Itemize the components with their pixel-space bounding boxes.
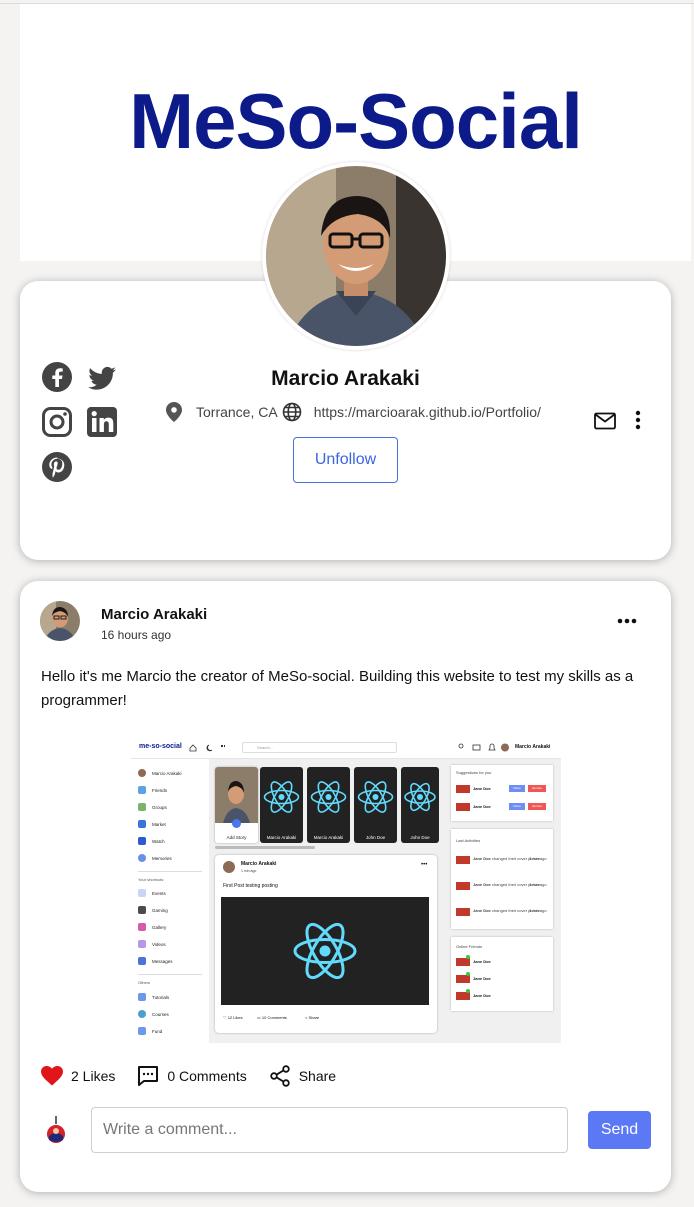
linkedin-icon[interactable] [86, 406, 118, 438]
mini-search: Search... [242, 742, 397, 753]
location-pin-icon [166, 402, 182, 422]
globe-icon [282, 402, 302, 422]
heart-icon [41, 1066, 63, 1086]
like-button[interactable]: 2 Likes [41, 1066, 115, 1086]
post-author-avatar[interactable] [40, 601, 80, 641]
mini-user: Marcio Arakaki [515, 744, 551, 750]
mini-top-icons [458, 743, 509, 752]
profile-location: Torrance, CA [196, 404, 278, 420]
profile-name: Marcio Arakaki [271, 367, 420, 390]
mini-topbar: me-so-social Search... Marcio Arakaki [131, 737, 561, 759]
unfollow-button[interactable]: Unfollow [293, 437, 398, 483]
comments-count: 0 Comments [167, 1068, 247, 1084]
likes-count: 2 Likes [71, 1068, 116, 1084]
mini-post: Marcio Arakaki 1 min ago ••• First Post … [215, 855, 437, 1033]
mini-right-panel: Suggestions for you Jane Doe follow dism… [447, 759, 561, 1043]
more-vertical-icon[interactable] [634, 409, 642, 431]
profile-website-link[interactable]: https://marcioarak.github.io/Portfolio/ [314, 404, 541, 420]
share-icon [270, 1065, 290, 1087]
cover-logo: MeSo-Social [129, 77, 583, 165]
user-avatar-icon[interactable] [46, 1116, 66, 1144]
post-timestamp: 16 hours ago [101, 628, 172, 642]
mini-logo: me-so-social [139, 743, 182, 750]
share-label: Share [298, 1068, 337, 1084]
send-comment-button[interactable]: Send [588, 1111, 651, 1149]
profile-meta: Torrance, CA https://marcioarak.github.i… [166, 402, 541, 422]
post-card: Marcio Arakaki 16 hours ago Hello it's m… [20, 581, 671, 1192]
share-button[interactable]: Share [269, 1065, 336, 1087]
post-author-name[interactable]: Marcio Arakaki [101, 606, 207, 623]
mini-feed: Add Story Marcio Arakaki Marcio Arakaki … [209, 759, 447, 1043]
post-image[interactable]: me-so-social Search... Marcio Arakaki Ma… [131, 737, 561, 1043]
mini-nav-icons [189, 744, 225, 752]
mail-icon[interactable] [594, 412, 616, 430]
comment-icon [138, 1066, 159, 1086]
post-text: Hello it's me Marcio the creator of MeSo… [41, 668, 634, 709]
instagram-icon[interactable] [41, 406, 73, 438]
pinterest-icon[interactable] [41, 451, 73, 483]
post-actions: 2 Likes 0 Comments Share [41, 1065, 336, 1087]
more-horizontal-icon[interactable] [617, 618, 637, 624]
comments-button[interactable]: 0 Comments [137, 1065, 247, 1087]
profile-avatar[interactable] [262, 162, 450, 350]
comment-input[interactable] [91, 1107, 568, 1153]
mini-sidebar: Marcio Arakaki Friends Groups Market Wat… [131, 759, 209, 1043]
